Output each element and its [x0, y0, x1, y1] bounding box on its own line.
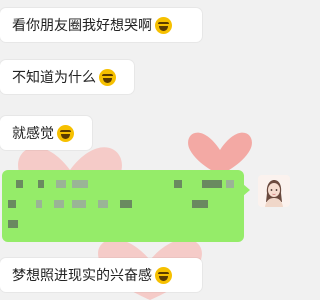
message-bubble-2[interactable]: 不知道为什么: [0, 60, 134, 94]
redaction-block: [56, 180, 66, 188]
message-text-2: 不知道为什么: [12, 70, 96, 86]
redaction-block: [202, 180, 222, 188]
heart-shape: [188, 132, 252, 175]
redaction-block: [54, 200, 64, 208]
own-message-bubble-redacted[interactable]: [2, 170, 250, 242]
message-bubble-1[interactable]: 看你朋友圈我好想哭啊: [0, 8, 202, 42]
sob-emoji-icon: [57, 124, 74, 142]
redaction-block: [38, 180, 44, 188]
redaction-block: [72, 200, 86, 208]
message-bubble-4[interactable]: 梦想照进现实的兴奋感: [0, 258, 202, 292]
redaction-block: [16, 180, 23, 188]
sob-emoji-icon: [99, 68, 116, 86]
redaction-block: [226, 180, 234, 188]
redaction-block: [8, 200, 16, 208]
message-text-1: 看你朋友圈我好想哭啊: [12, 18, 152, 34]
redaction-block: [192, 200, 208, 208]
avatar-illustration-icon: [258, 175, 290, 207]
message-text-4: 梦想照进现实的兴奋感: [12, 268, 152, 284]
message-text-3: 就感觉: [12, 126, 54, 142]
redaction-block: [98, 200, 108, 208]
sob-emoji-icon: [155, 266, 172, 284]
user-avatar[interactable]: [258, 175, 290, 207]
redaction-block: [36, 200, 42, 208]
redaction-block: [120, 200, 132, 208]
sob-emoji-icon: [155, 16, 172, 34]
background-hearts: [18, 132, 252, 300]
message-bubble-3[interactable]: 就感觉: [0, 116, 92, 150]
redaction-block: [174, 180, 182, 188]
redaction-block: [8, 220, 18, 228]
redaction-block: [72, 180, 88, 188]
